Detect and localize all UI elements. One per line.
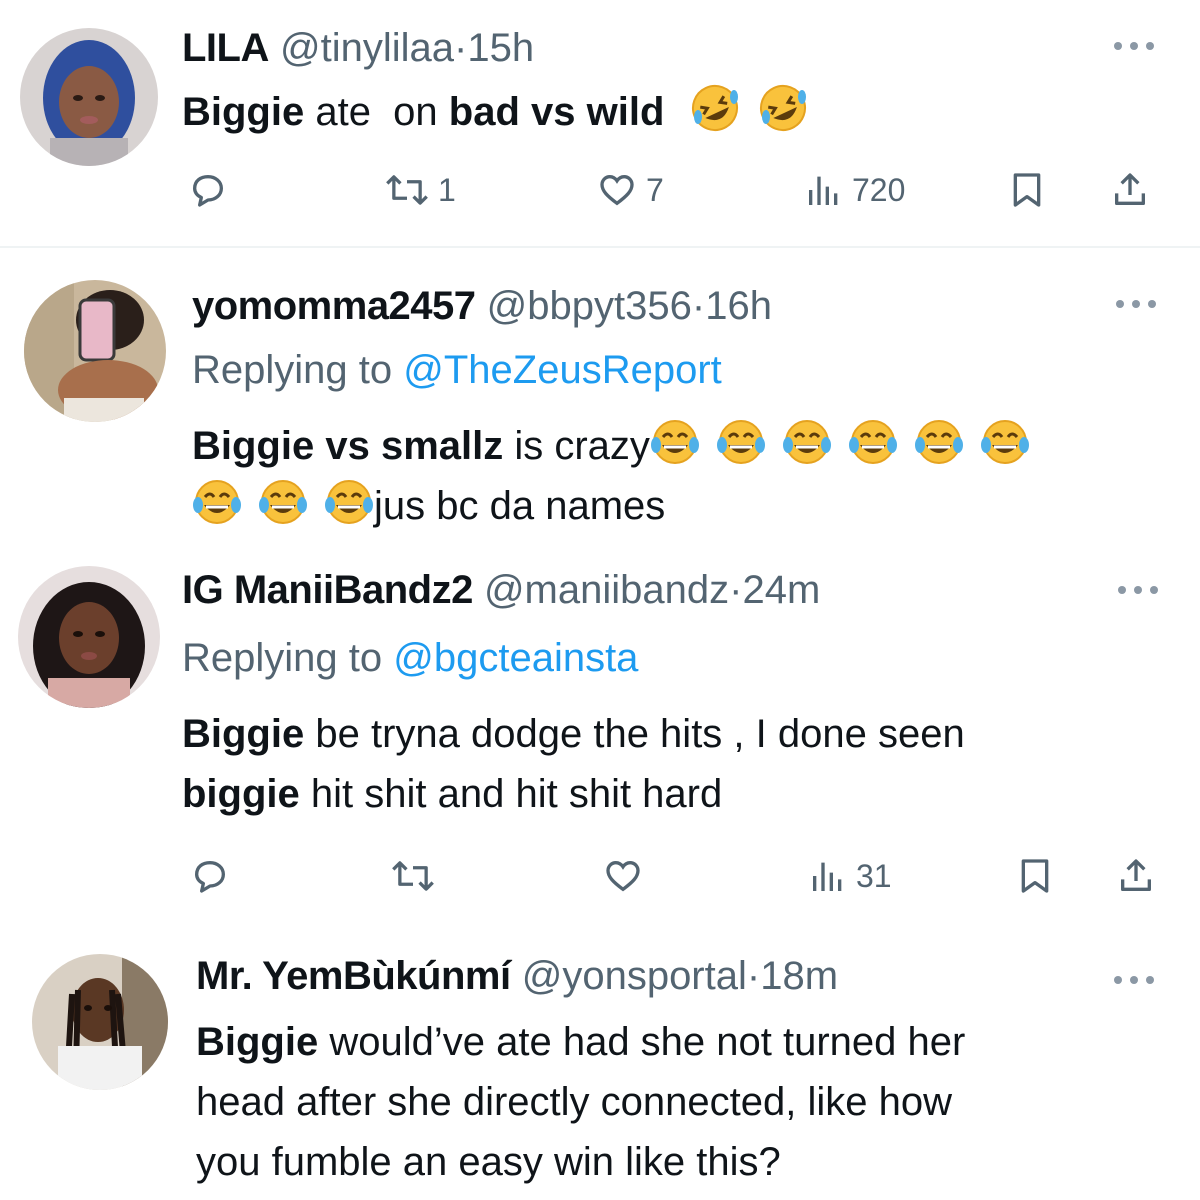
like-button[interactable] bbox=[602, 846, 652, 906]
avatar[interactable] bbox=[32, 954, 168, 1090]
timestamp[interactable]: 16h bbox=[705, 284, 772, 328]
text-plain: be tryna dodge the hits , I done seen bbox=[304, 712, 965, 756]
replying-prefix: Replying to bbox=[192, 348, 404, 392]
text-plain: jus bc da names bbox=[374, 484, 666, 528]
bookmark-button[interactable] bbox=[1010, 160, 1044, 220]
tweet-yonsportal[interactable]: Mr. YemBùkúnmí @yonsportal·18m Biggie wo… bbox=[0, 918, 1200, 1200]
like-icon bbox=[600, 174, 634, 206]
avatar[interactable] bbox=[24, 280, 166, 422]
more-icon[interactable] bbox=[1112, 974, 1156, 986]
bookmark-icon bbox=[1021, 859, 1049, 893]
retweet-count: 1 bbox=[438, 171, 456, 208]
text-plain: is crazy bbox=[503, 424, 650, 468]
retweet-icon bbox=[386, 175, 428, 205]
replying-to: Replying to @TheZeusReport bbox=[192, 346, 722, 394]
replying-prefix: Replying to bbox=[182, 636, 394, 680]
joy-emoji bbox=[259, 480, 307, 524]
share-button[interactable] bbox=[1110, 160, 1150, 220]
more-icon[interactable] bbox=[1114, 298, 1158, 310]
tweet-header: yomomma2457 @bbpyt356·16h bbox=[192, 282, 772, 330]
mention-link[interactable]: @bgcteainsta bbox=[393, 636, 638, 680]
separator-dot: · bbox=[746, 954, 761, 998]
timestamp[interactable]: 24m bbox=[742, 568, 820, 612]
text-bold: Biggie bbox=[196, 1020, 319, 1064]
text-bold: biggie bbox=[182, 772, 300, 816]
tweet-text: Biggie be tryna dodge the hits , I done … bbox=[182, 704, 1182, 824]
joy-emoji bbox=[650, 420, 699, 464]
joy-emoji bbox=[716, 420, 765, 464]
views-count: 720 bbox=[852, 171, 906, 208]
action-bar: 1 7 720 bbox=[0, 160, 1200, 220]
separator-dot: · bbox=[729, 568, 743, 612]
joy-emoji bbox=[914, 420, 963, 464]
joy-emoji bbox=[980, 420, 1029, 464]
display-name[interactable]: LILA bbox=[182, 26, 269, 70]
bookmark-icon bbox=[1013, 173, 1041, 207]
like-button[interactable]: 7 bbox=[596, 160, 664, 220]
joy-emoji bbox=[325, 480, 373, 524]
user-handle[interactable]: @maniibandz bbox=[484, 568, 729, 612]
text-plain: ate on bbox=[304, 90, 449, 134]
text-bold: Biggie bbox=[182, 90, 305, 134]
display-name[interactable]: IG ManiiBandz2 bbox=[182, 568, 473, 612]
joy-emoji bbox=[848, 420, 897, 464]
tweet-yomomma2457[interactable]: yomomma2457 @bbpyt356·16h Replying to @T… bbox=[0, 248, 1200, 548]
views-button[interactable]: 720 bbox=[804, 160, 905, 220]
more-icon[interactable] bbox=[1112, 40, 1156, 52]
tweet-header: IG ManiiBandz2 @maniibandz·24m bbox=[182, 566, 820, 614]
reply-button[interactable] bbox=[188, 160, 228, 220]
separator-dot: · bbox=[691, 284, 706, 328]
avatar[interactable] bbox=[18, 566, 160, 708]
retweet-button[interactable]: 1 bbox=[384, 160, 456, 220]
tweet-text: Biggie would’ve ate had she not turned h… bbox=[196, 1012, 1186, 1192]
share-icon bbox=[1121, 859, 1151, 891]
retweet-button[interactable] bbox=[390, 846, 444, 906]
tweet-header: LILA @tinylilaa·15h bbox=[182, 24, 534, 72]
reply-button[interactable] bbox=[190, 846, 230, 906]
tweet-text: Biggie ate on bad vs wild bbox=[182, 82, 808, 142]
reply-icon bbox=[195, 861, 225, 893]
views-icon bbox=[813, 862, 842, 891]
replying-to: Replying to @bgcteainsta bbox=[182, 634, 638, 682]
views-count: 31 bbox=[856, 857, 892, 894]
display-name[interactable]: yomomma2457 bbox=[192, 284, 476, 328]
reply-icon bbox=[193, 175, 223, 207]
tweet-text: Biggie vs smallz is crazy jus bc da name… bbox=[192, 416, 1182, 536]
share-icon bbox=[1115, 173, 1145, 205]
text-plain: hit shit and hit shit hard bbox=[299, 772, 723, 816]
text-bold: Biggie bbox=[182, 712, 305, 756]
more-icon[interactable] bbox=[1116, 584, 1160, 596]
rofl-emoji bbox=[691, 85, 738, 131]
separator-dot: · bbox=[454, 26, 468, 70]
text-bold: bad vs wild bbox=[448, 90, 665, 134]
share-button[interactable] bbox=[1116, 846, 1156, 906]
bookmark-button[interactable] bbox=[1018, 846, 1052, 906]
user-handle[interactable]: @tinylilaa bbox=[280, 26, 454, 70]
like-icon bbox=[606, 860, 640, 892]
text-plain: you fumble an easy win like this? bbox=[196, 1140, 781, 1184]
joy-emoji bbox=[782, 420, 831, 464]
like-count: 7 bbox=[646, 171, 664, 208]
rofl-emoji bbox=[759, 85, 806, 131]
text-bold: Biggie vs smallz bbox=[192, 424, 504, 468]
mention-link[interactable]: @TheZeusReport bbox=[403, 348, 722, 392]
text-plain: head after she directly connected, like … bbox=[196, 1080, 952, 1124]
user-handle[interactable]: @yonsportal bbox=[522, 954, 747, 998]
action-bar: 31 bbox=[0, 846, 1200, 906]
tweet-lila[interactable]: LILA @tinylilaa·15h Biggie ate on bad vs… bbox=[0, 0, 1200, 248]
views-icon bbox=[809, 176, 838, 205]
joy-emoji bbox=[193, 480, 241, 524]
timestamp[interactable]: 15h bbox=[467, 26, 534, 70]
text-plain: would’ve ate had she not turned her bbox=[318, 1020, 966, 1064]
avatar[interactable] bbox=[20, 28, 158, 166]
display-name[interactable]: Mr. YemBùkúnmí bbox=[196, 954, 511, 998]
views-button[interactable]: 31 bbox=[808, 846, 892, 906]
timestamp[interactable]: 18m bbox=[760, 954, 838, 998]
retweet-icon bbox=[392, 861, 434, 891]
user-handle[interactable]: @bbpyt356 bbox=[487, 284, 692, 328]
tweet-header: Mr. YemBùkúnmí @yonsportal·18m bbox=[196, 952, 838, 1000]
tweet-maniibandz[interactable]: IG ManiiBandz2 @maniibandz·24m Replying … bbox=[0, 548, 1200, 918]
